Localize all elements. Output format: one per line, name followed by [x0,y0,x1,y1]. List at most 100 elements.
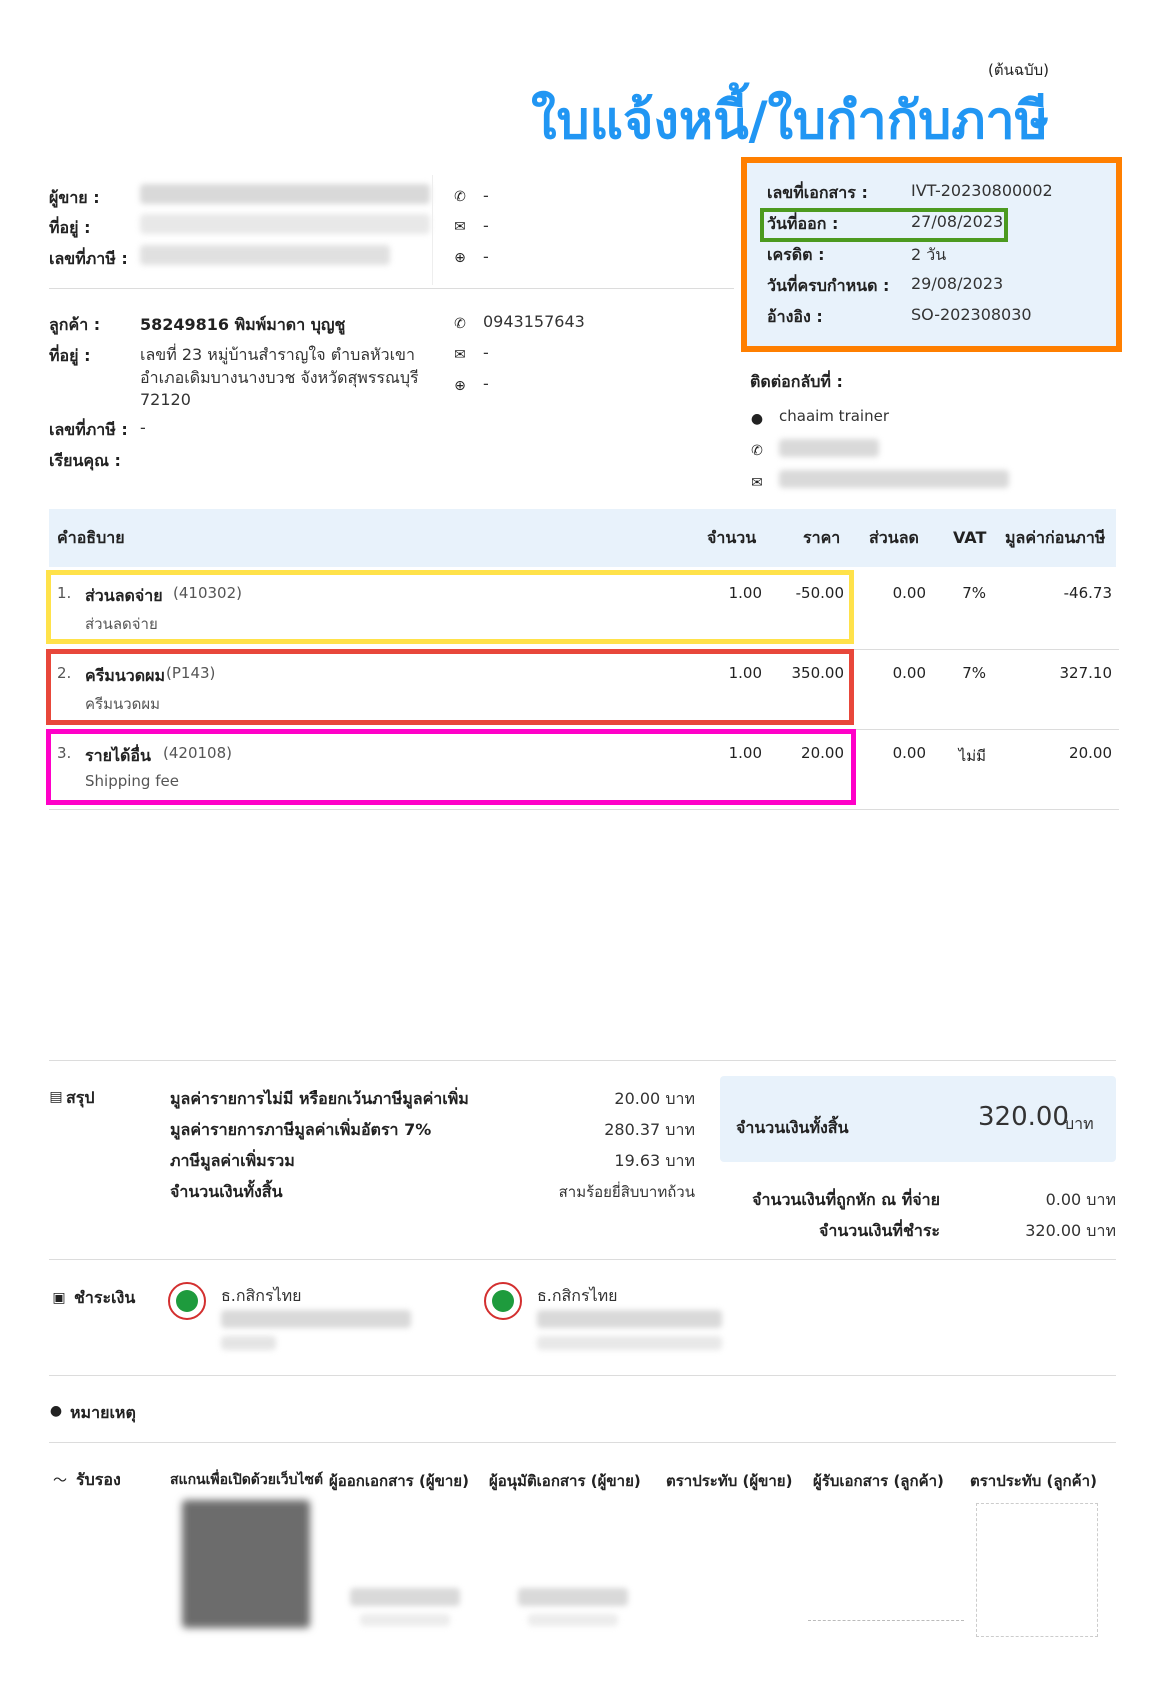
summary-value-2: 19.63 บาท [614,1151,695,1170]
row-pretax: 327.10 [1059,664,1113,682]
contact-name: chaaim trainer [779,407,889,425]
email-icon: ✉ [751,475,763,491]
row-discount: 0.00 [892,584,926,602]
paid-value: 320.00 บาท [1025,1221,1116,1240]
approval-col-2: ผู้อนุมัติเอกสาร (ผู้ขาย) [489,1472,641,1490]
total-value: 320.00 [978,1102,1069,1132]
seller-email: - [483,216,489,235]
seller-customer-divider [49,288,734,289]
summary-label-0: มูลค่ารายการไม่มี หรือยกเว้นภาษีมูลค่าเพ… [170,1089,469,1108]
summary-divider [49,1060,1116,1061]
seller-address-label: ที่อยู่ : [49,218,91,237]
customer-phone: 0943157643 [483,312,585,331]
approval-col-1: ผู้ออกเอกสาร (ผู้ขาย) [329,1472,469,1490]
notes-divider [49,1375,1116,1376]
row-pretax: -46.73 [1063,584,1112,602]
bank1-holder-redacted [221,1336,276,1350]
col-pretax: มูลค่าก่อนภาษี [1005,528,1106,547]
row-discount: 0.00 [892,664,926,682]
row-vat: 7% [962,664,986,682]
bank2-holder-redacted [537,1336,722,1350]
row1-highlight [46,570,854,644]
bank1-name: ธ.กสิกรไทย [221,1286,302,1305]
comment-icon: ● [49,1403,63,1419]
summary-title: สรุป [66,1088,95,1107]
bank2-account-redacted [537,1310,722,1328]
globe-icon: ⊕ [454,250,466,266]
summary-label-2: ภาษีมูลค่าเพิ่มรวม [170,1151,295,1170]
globe-icon: ⊕ [454,378,466,394]
document-title: ใบแจ้งหนี้/ใบกำกับภาษี [531,91,1049,151]
customer-attn-label: เรียนคุณ : [49,451,121,470]
customer-address-label: ที่อยู่ : [49,346,91,365]
seller-name-redacted [140,184,430,204]
notes-title: หมายเหตุ [70,1403,136,1422]
summary-label-3: จำนวนเงินทั้งสิ้น [170,1182,283,1201]
docinfo-value-0: IVT-20230800002 [911,181,1053,200]
row-vat: 7% [962,584,986,602]
docinfo-value-4: SO-202308030 [911,305,1032,324]
customer-taxid-label: เลขที่ภาษี : [49,420,128,439]
row-pretax: 20.00 [1069,744,1112,762]
col-price: ราคา [803,528,841,547]
seller-label: ผู้ขาย : [49,188,100,207]
signature-icon: 〜 [53,1473,67,1489]
customer-address-line1: เลขที่ 23 หมู่บ้านสำราญใจ ตำบลหัวเขา [140,345,415,364]
docinfo-label-2: เครดิต : [767,245,825,264]
row-divider [49,809,1119,810]
customer-label: ลูกค้า : [49,315,101,334]
phone-icon: ✆ [454,189,466,205]
approver-signature-redacted [518,1588,628,1606]
seller-address-redacted [140,214,430,234]
kasikorn-logo-icon [168,1282,206,1320]
email-icon: ✉ [454,347,466,363]
customer-name: 58249816 พิมพ์มาดา บุญชู [140,315,346,334]
approver-date-redacted [528,1614,618,1626]
customer-taxid: - [140,418,146,437]
row-discount: 0.00 [892,744,926,762]
approval-title: รับรอง [76,1470,121,1489]
docinfo-label-0: เลขที่เอกสาร : [767,183,868,202]
issuer-signature-redacted [350,1588,460,1606]
seller-taxid-redacted [140,245,390,265]
col-discount: ส่วนลด [869,528,919,547]
payment-divider [49,1259,1116,1260]
total-unit: บาท [1064,1114,1094,1133]
seller-phone: - [483,186,489,205]
clipboard-icon: ▤ [49,1089,63,1105]
kasikorn-logo-icon [484,1282,522,1320]
docinfo-label-4: อ้างอิง : [767,307,823,326]
approval-col-0: สแกนเพื่อเปิดด้วยเว็บไซต์ [170,1472,324,1488]
seller-taxid-label: เลขที่ภาษี : [49,249,128,268]
paid-label: จำนวนเงินที่ชำระ [818,1221,940,1240]
seller-web: - [483,247,489,266]
customer-email: - [483,343,489,362]
contact-phone-redacted [779,439,879,457]
customer-stamp-box [976,1503,1098,1637]
cash-icon: ▣ [52,1290,66,1306]
table-header: คำอธิบาย จำนวน ราคา ส่วนลด VAT มูลค่าก่อ… [49,509,1116,567]
col-vat: VAT [953,528,987,547]
phone-icon: ✆ [751,443,763,459]
payment-title: ชำระเงิน [74,1288,136,1307]
withheld-value: 0.00 บาท [1045,1190,1116,1209]
col-qty: จำนวน [707,528,757,547]
phone-icon: ✆ [454,316,466,332]
col-desc: คำอธิบาย [57,528,125,547]
docinfo-label-3: วันที่ครบกำหนด : [767,276,890,295]
summary-label-1: มูลค่ารายการภาษีมูลค่าเพิ่มอัตรา 7% [170,1120,432,1139]
bank1-account-redacted [221,1310,411,1328]
summary-value-1: 280.37 บาท [604,1120,695,1139]
summary-value-0: 20.00 บาท [614,1089,695,1108]
approval-col-4: ผู้รับเอกสาร (ลูกค้า) [813,1472,944,1490]
issue-date-highlight [760,208,1008,242]
contact-label: ติดต่อกลับที่ : [750,372,843,391]
approval-col-3: ตราประทับ (ผู้ขาย) [666,1472,793,1490]
qr-code[interactable] [182,1500,310,1628]
total-label: จำนวนเงินทั้งสิ้น [736,1118,849,1137]
approval-col-5: ตราประทับ (ลูกค้า) [970,1472,1097,1490]
customer-address-line3: 72120 [140,390,191,409]
withheld-label: จำนวนเงินที่ถูกหัก ณ ที่จ่าย [752,1190,940,1209]
seller-divider [432,175,433,285]
contact-email-redacted [779,470,1009,488]
